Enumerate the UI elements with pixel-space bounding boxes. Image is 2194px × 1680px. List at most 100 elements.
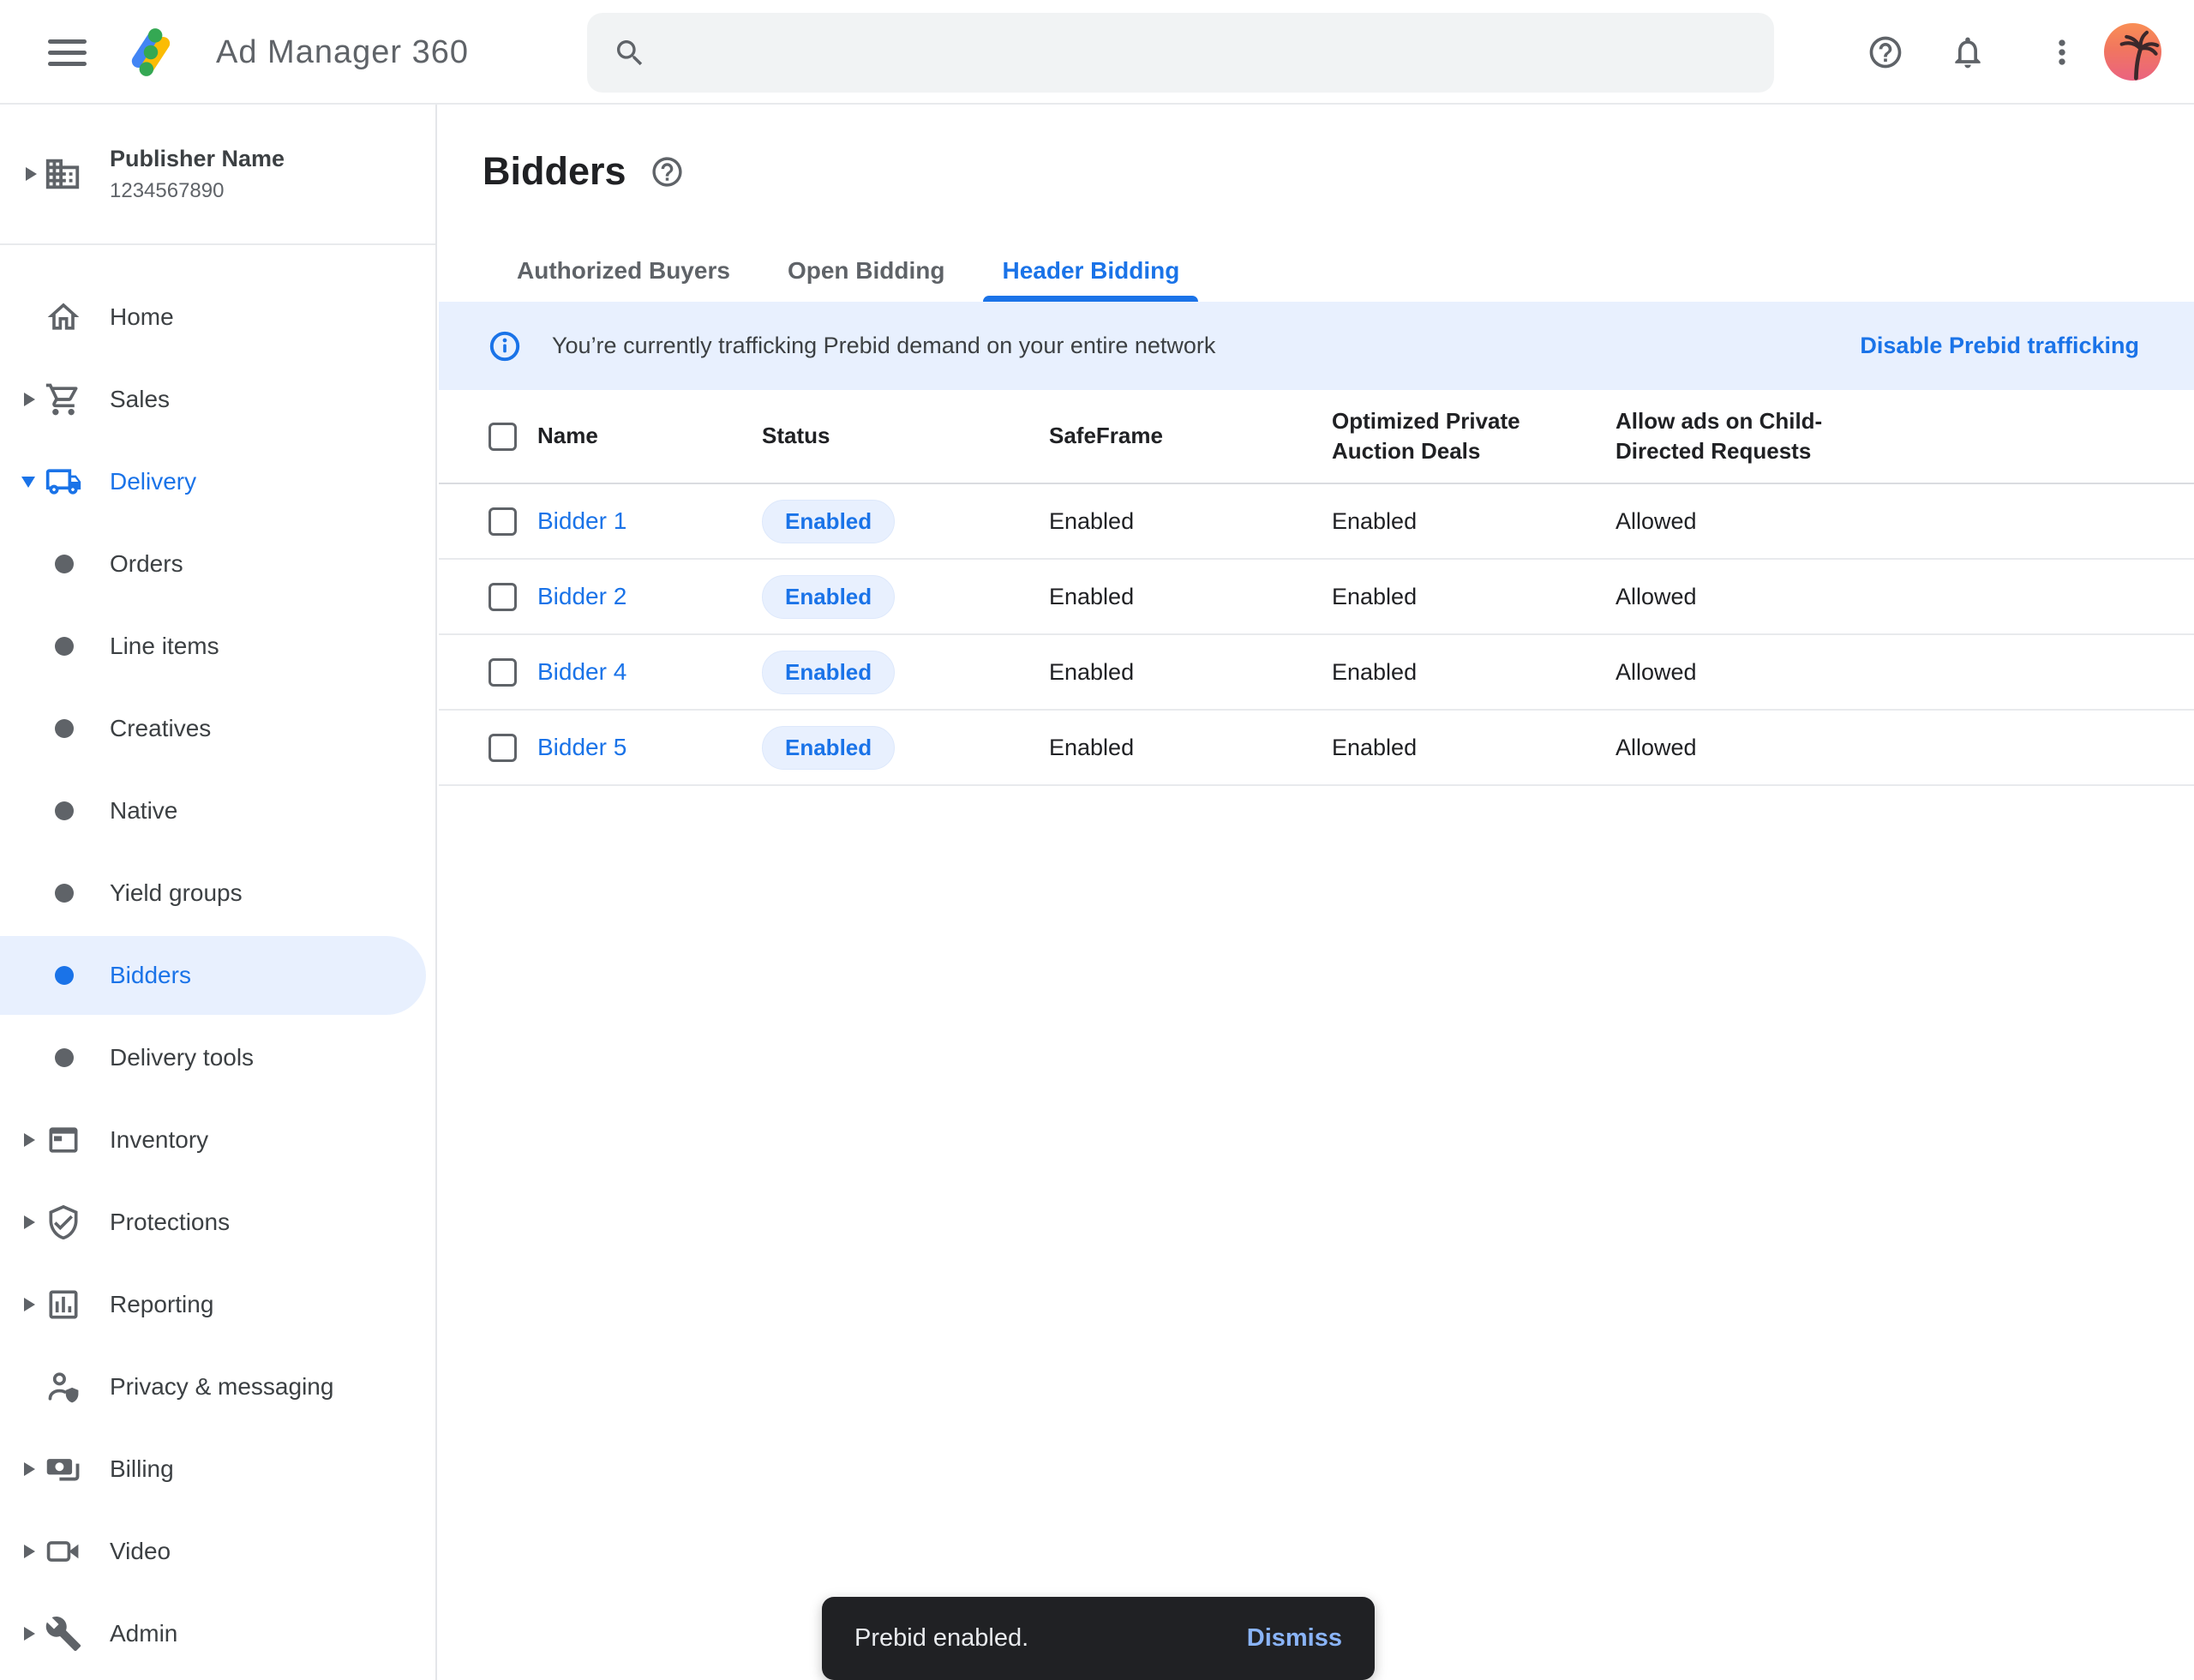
bullet-icon <box>55 884 74 903</box>
ad-manager-logo-icon <box>123 24 179 81</box>
sidebar-item-inventory[interactable]: Inventory <box>0 1099 435 1181</box>
sidebar-item-delivery[interactable]: Delivery <box>0 441 435 523</box>
publisher-selector[interactable]: Publisher Name 1234567890 <box>0 105 435 245</box>
sidebar-item-sales[interactable]: Sales <box>0 358 435 441</box>
tab-authorized-buyers[interactable]: Authorized Buyers <box>498 240 749 302</box>
sidebar-item-creatives[interactable]: Creatives <box>0 687 435 770</box>
notifications-icon[interactable] <box>1949 33 1987 71</box>
status-badge: Enabled <box>762 726 895 770</box>
main-content: Bidders Authorized Buyers Open Bidding H… <box>439 105 2194 1680</box>
sidebar-item-delivery-tools[interactable]: Delivery tools <box>0 1017 435 1099</box>
opad-value: Enabled <box>1332 659 1616 686</box>
bullet-icon <box>55 637 74 656</box>
column-header-status: Status <box>762 421 1049 451</box>
bar-chart-icon <box>45 1286 82 1323</box>
bullet-icon <box>55 555 74 573</box>
sidebar-item-native[interactable]: Native <box>0 770 435 852</box>
child-directed-value: Allowed <box>1616 508 2194 535</box>
page-title-row: Bidders <box>483 149 685 194</box>
menu-icon[interactable] <box>48 39 87 73</box>
column-header-opad: Optimized Private Auction Deals <box>1332 406 1555 466</box>
sidebar-item-reporting[interactable]: Reporting <box>0 1263 435 1346</box>
status-badge: Enabled <box>762 651 895 694</box>
search-input[interactable] <box>668 39 1748 67</box>
expand-arrow-icon <box>24 1462 35 1476</box>
column-header-child-directed: Allow ads on Child-Directed Requests <box>1616 406 1838 466</box>
user-avatar[interactable] <box>2104 23 2161 81</box>
opad-value: Enabled <box>1332 735 1616 761</box>
info-banner: You’re currently trafficking Prebid dema… <box>439 302 2194 390</box>
bullet-icon <box>55 719 74 738</box>
banknote-icon <box>45 1450 82 1488</box>
page-title: Bidders <box>483 149 626 194</box>
expand-arrow-icon <box>24 1215 35 1229</box>
bidder-link[interactable]: Bidder 4 <box>537 658 626 685</box>
column-header-safeframe: SafeFrame <box>1049 421 1332 451</box>
column-header-name: Name <box>537 421 762 451</box>
tab-header-bidding[interactable]: Header Bidding <box>983 240 1198 302</box>
tab-open-bidding[interactable]: Open Bidding <box>769 240 964 302</box>
status-badge: Enabled <box>762 500 895 543</box>
sidebar-item-privacy-messaging[interactable]: Privacy & messaging <box>0 1346 435 1428</box>
row-checkbox[interactable] <box>489 658 517 687</box>
table-row: Bidder 1 Enabled Enabled Enabled Allowed <box>439 484 2194 560</box>
page-help-icon[interactable] <box>650 154 685 189</box>
snackbar-toast: Prebid enabled. Dismiss <box>822 1597 1375 1680</box>
sidebar-item-admin[interactable]: Admin <box>0 1593 435 1675</box>
row-checkbox[interactable] <box>489 734 517 762</box>
toast-message: Prebid enabled. <box>854 1624 1028 1653</box>
videocam-icon <box>45 1533 82 1570</box>
row-checkbox[interactable] <box>489 507 517 536</box>
sidebar-item-protections[interactable]: Protections <box>0 1181 435 1263</box>
window-icon <box>45 1121 82 1159</box>
sidebar-item-orders[interactable]: Orders <box>0 523 435 605</box>
top-bar: Ad Manager 360 <box>0 0 2194 105</box>
search-icon <box>613 36 647 70</box>
child-directed-value: Allowed <box>1616 584 2194 610</box>
safeframe-value: Enabled <box>1049 735 1332 761</box>
sidebar-item-video[interactable]: Video <box>0 1510 435 1593</box>
child-directed-value: Allowed <box>1616 659 2194 686</box>
expand-arrow-icon <box>24 1627 35 1641</box>
info-icon <box>489 330 521 363</box>
dismiss-button[interactable]: Dismiss <box>1247 1624 1342 1653</box>
bullet-icon <box>55 801 74 820</box>
bidder-link[interactable]: Bidder 5 <box>537 734 626 760</box>
shield-check-icon <box>45 1203 82 1241</box>
bullet-icon <box>55 1048 74 1067</box>
expand-arrow-icon <box>24 1133 35 1147</box>
more-options-icon[interactable] <box>2043 33 2081 71</box>
bidder-link[interactable]: Bidder 2 <box>537 583 626 609</box>
sidebar-nav: Home Sales Delivery Orders <box>0 245 435 1675</box>
opad-value: Enabled <box>1332 584 1616 610</box>
search-bar[interactable] <box>587 13 1774 93</box>
table-row: Bidder 5 Enabled Enabled Enabled Allowed <box>439 711 2194 786</box>
select-all-checkbox[interactable] <box>489 423 517 451</box>
app-title: Ad Manager 360 <box>216 0 469 105</box>
sidebar-item-yield-groups[interactable]: Yield groups <box>0 852 435 934</box>
banner-message: You’re currently trafficking Prebid dema… <box>552 333 1215 359</box>
sidebar-item-billing[interactable]: Billing <box>0 1428 435 1510</box>
publisher-id: 1234567890 <box>110 179 285 203</box>
safeframe-value: Enabled <box>1049 584 1332 610</box>
home-icon <box>45 298 82 336</box>
sidebar-item-home[interactable]: Home <box>0 276 435 358</box>
table-header-row: Name Status SafeFrame Optimized Private … <box>439 390 2194 484</box>
status-badge: Enabled <box>762 575 895 619</box>
palm-tree-icon <box>2104 23 2161 81</box>
cart-icon <box>45 381 82 418</box>
ad-manager-app: Ad Manager 360 <box>0 0 2194 1680</box>
bidder-link[interactable]: Bidder 1 <box>537 507 626 534</box>
wrench-icon <box>45 1615 82 1653</box>
sidebar-item-line-items[interactable]: Line items <box>0 605 435 687</box>
disable-prebid-trafficking-link[interactable]: Disable Prebid trafficking <box>1860 333 2139 359</box>
sidebar: Publisher Name 1234567890 Home Sales <box>0 105 437 1680</box>
safeframe-value: Enabled <box>1049 508 1332 535</box>
sidebar-item-bidders[interactable]: Bidders <box>0 936 426 1015</box>
person-shield-icon <box>45 1368 82 1406</box>
help-icon[interactable] <box>1867 33 1904 71</box>
row-checkbox[interactable] <box>489 583 517 611</box>
table-row: Bidder 4 Enabled Enabled Enabled Allowed <box>439 635 2194 711</box>
opad-value: Enabled <box>1332 508 1616 535</box>
truck-icon <box>45 463 82 501</box>
